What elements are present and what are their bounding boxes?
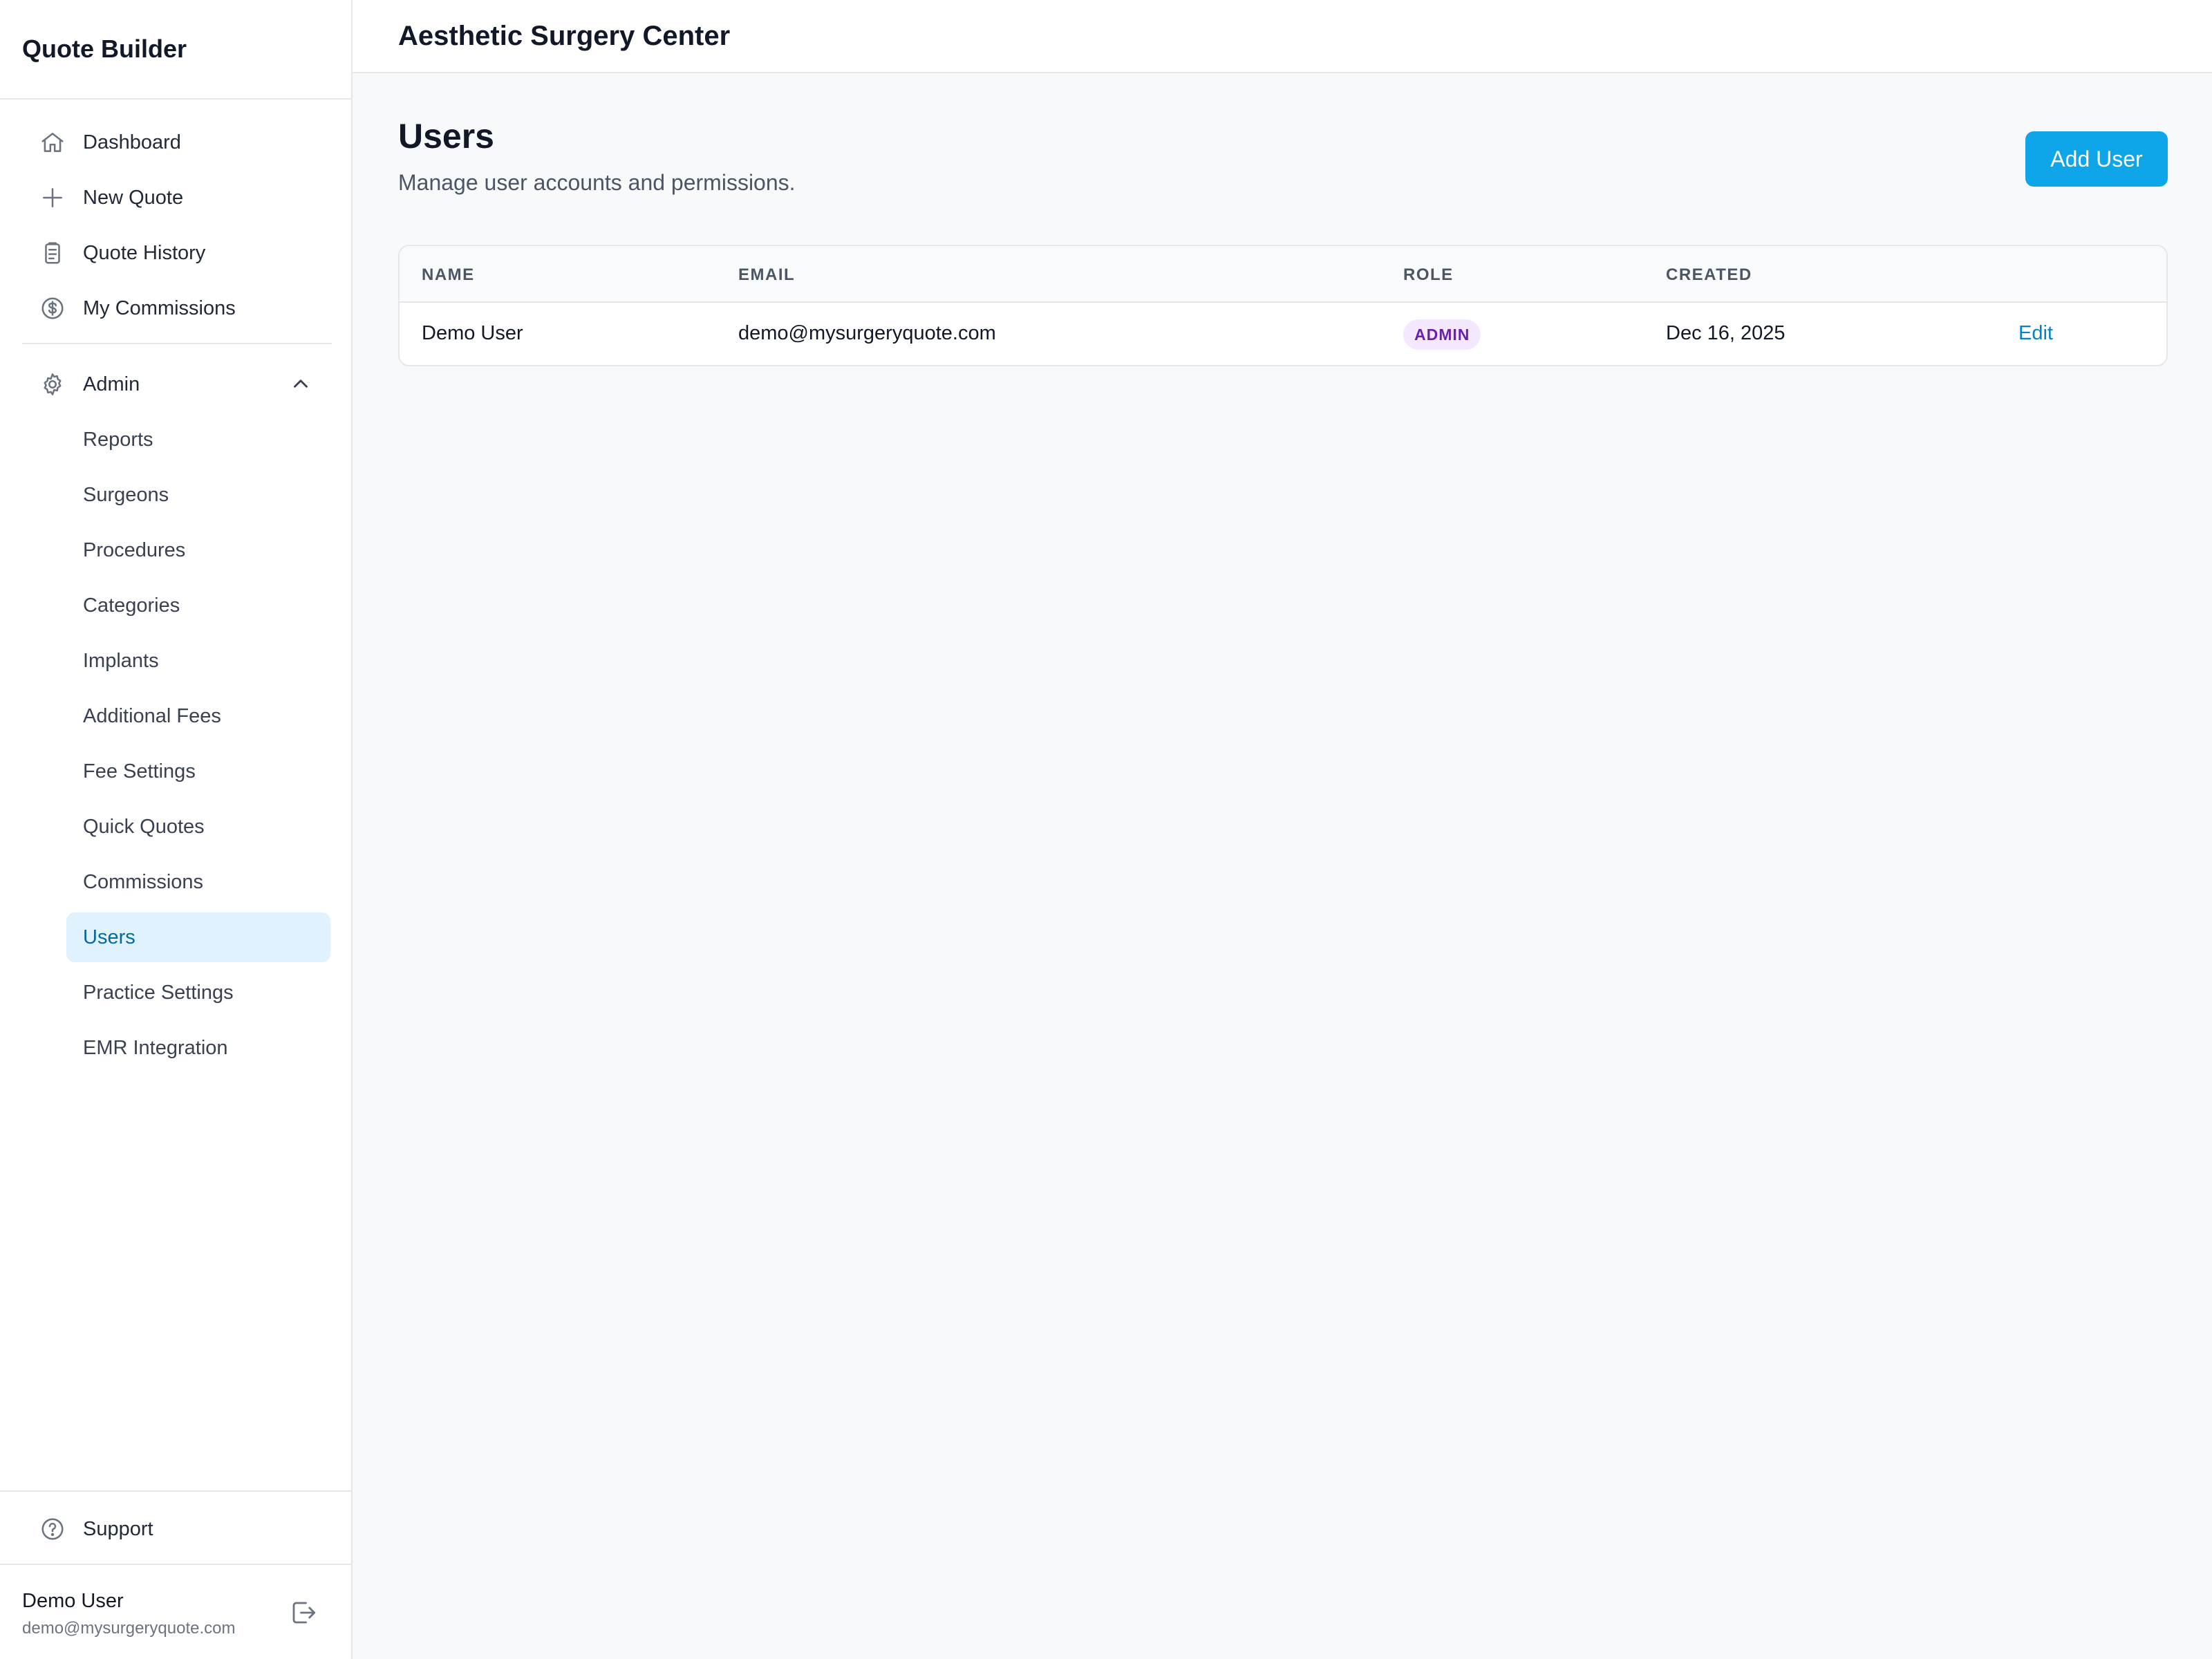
sidebar-item-users[interactable]: Users [66, 912, 330, 962]
page-subtitle: Manage user accounts and permissions. [398, 170, 796, 195]
sidebar-item-label: Dashboard [83, 131, 181, 153]
current-user-panel: Demo User demo@mysurgeryquote.com [0, 1564, 351, 1659]
sidebar-item-label: Support [83, 1517, 153, 1540]
sidebar-item-label: Admin [83, 373, 140, 395]
role-badge: ADMIN [1403, 319, 1481, 350]
sidebar: Quote Builder Dashboard New Quote Quote … [0, 0, 353, 1659]
sidebar-support-section: Support [0, 1490, 351, 1565]
sidebar-item-procedures[interactable]: Procedures [66, 525, 330, 575]
app-root: Quote Builder Dashboard New Quote Quote … [0, 0, 2212, 1659]
created-date-cell: Dec 16, 2025 [1666, 322, 1785, 344]
logout-icon[interactable] [289, 1598, 318, 1627]
sidebar-item-surgeons[interactable]: Surgeons [66, 470, 330, 520]
column-header-name[interactable]: NAME [422, 265, 475, 285]
current-user-name: Demo User [22, 1590, 124, 1612]
sidebar-item-practice-settings[interactable]: Practice Settings [66, 968, 330, 1018]
dollar-icon [39, 294, 66, 322]
column-header-created[interactable]: CREATED [1666, 265, 1752, 285]
sidebar-item-quick-quotes[interactable]: Quick Quotes [66, 802, 330, 852]
clipboard-icon [39, 239, 66, 267]
plus-icon [39, 184, 66, 212]
column-header-role[interactable]: ROLE [1403, 265, 1454, 285]
sidebar-item-my-commissions[interactable]: My Commissions [22, 283, 330, 333]
sidebar-item-fee-settings[interactable]: Fee Settings [66, 747, 330, 796]
sidebar-item-label: My Commissions [83, 297, 236, 319]
chevron-up-icon[interactable] [289, 372, 312, 395]
sidebar-divider [22, 343, 332, 344]
sidebar-item-emr-integration[interactable]: EMR Integration [66, 1023, 330, 1073]
sidebar-item-dashboard[interactable]: Dashboard [22, 118, 330, 167]
sidebar-item-categories[interactable]: Categories [66, 581, 330, 630]
column-header-email[interactable]: EMAIL [738, 265, 795, 285]
user-email-cell: demo@mysurgeryquote.com [738, 322, 996, 344]
app-brand: Quote Builder [0, 0, 351, 100]
top-bar: Aesthetic Surgery Center [353, 0, 2212, 73]
sidebar-item-additional-fees[interactable]: Additional Fees [66, 691, 330, 741]
sidebar-item-label: New Quote [83, 186, 184, 209]
sidebar-item-reports[interactable]: Reports [66, 415, 330, 465]
add-user-button[interactable]: Add User [2025, 131, 2168, 187]
sidebar-item-quote-history[interactable]: Quote History [22, 228, 330, 278]
edit-user-link[interactable]: Edit [2018, 322, 2053, 345]
home-icon [39, 129, 66, 156]
question-icon [39, 1515, 66, 1543]
table-header: NAME EMAIL ROLE CREATED [400, 246, 2166, 303]
sidebar-item-label: Quote History [83, 241, 206, 264]
sidebar-item-implants[interactable]: Implants [66, 636, 330, 686]
practice-name: Aesthetic Surgery Center [398, 20, 731, 51]
gear-icon [39, 371, 66, 398]
sidebar-item-admin[interactable]: Admin [22, 359, 330, 409]
user-name-cell: Demo User [422, 322, 523, 344]
users-table: NAME EMAIL ROLE CREATED Demo User demo@m… [398, 245, 2168, 366]
page-title: Users [398, 117, 494, 156]
table-row: Demo User demo@mysurgeryquote.com ADMIN … [400, 303, 2166, 365]
sidebar-item-new-quote[interactable]: New Quote [22, 173, 330, 223]
sidebar-item-commissions[interactable]: Commissions [66, 857, 330, 907]
sidebar-item-support[interactable]: Support [22, 1504, 330, 1554]
current-user-email: demo@mysurgeryquote.com [22, 1619, 236, 1638]
